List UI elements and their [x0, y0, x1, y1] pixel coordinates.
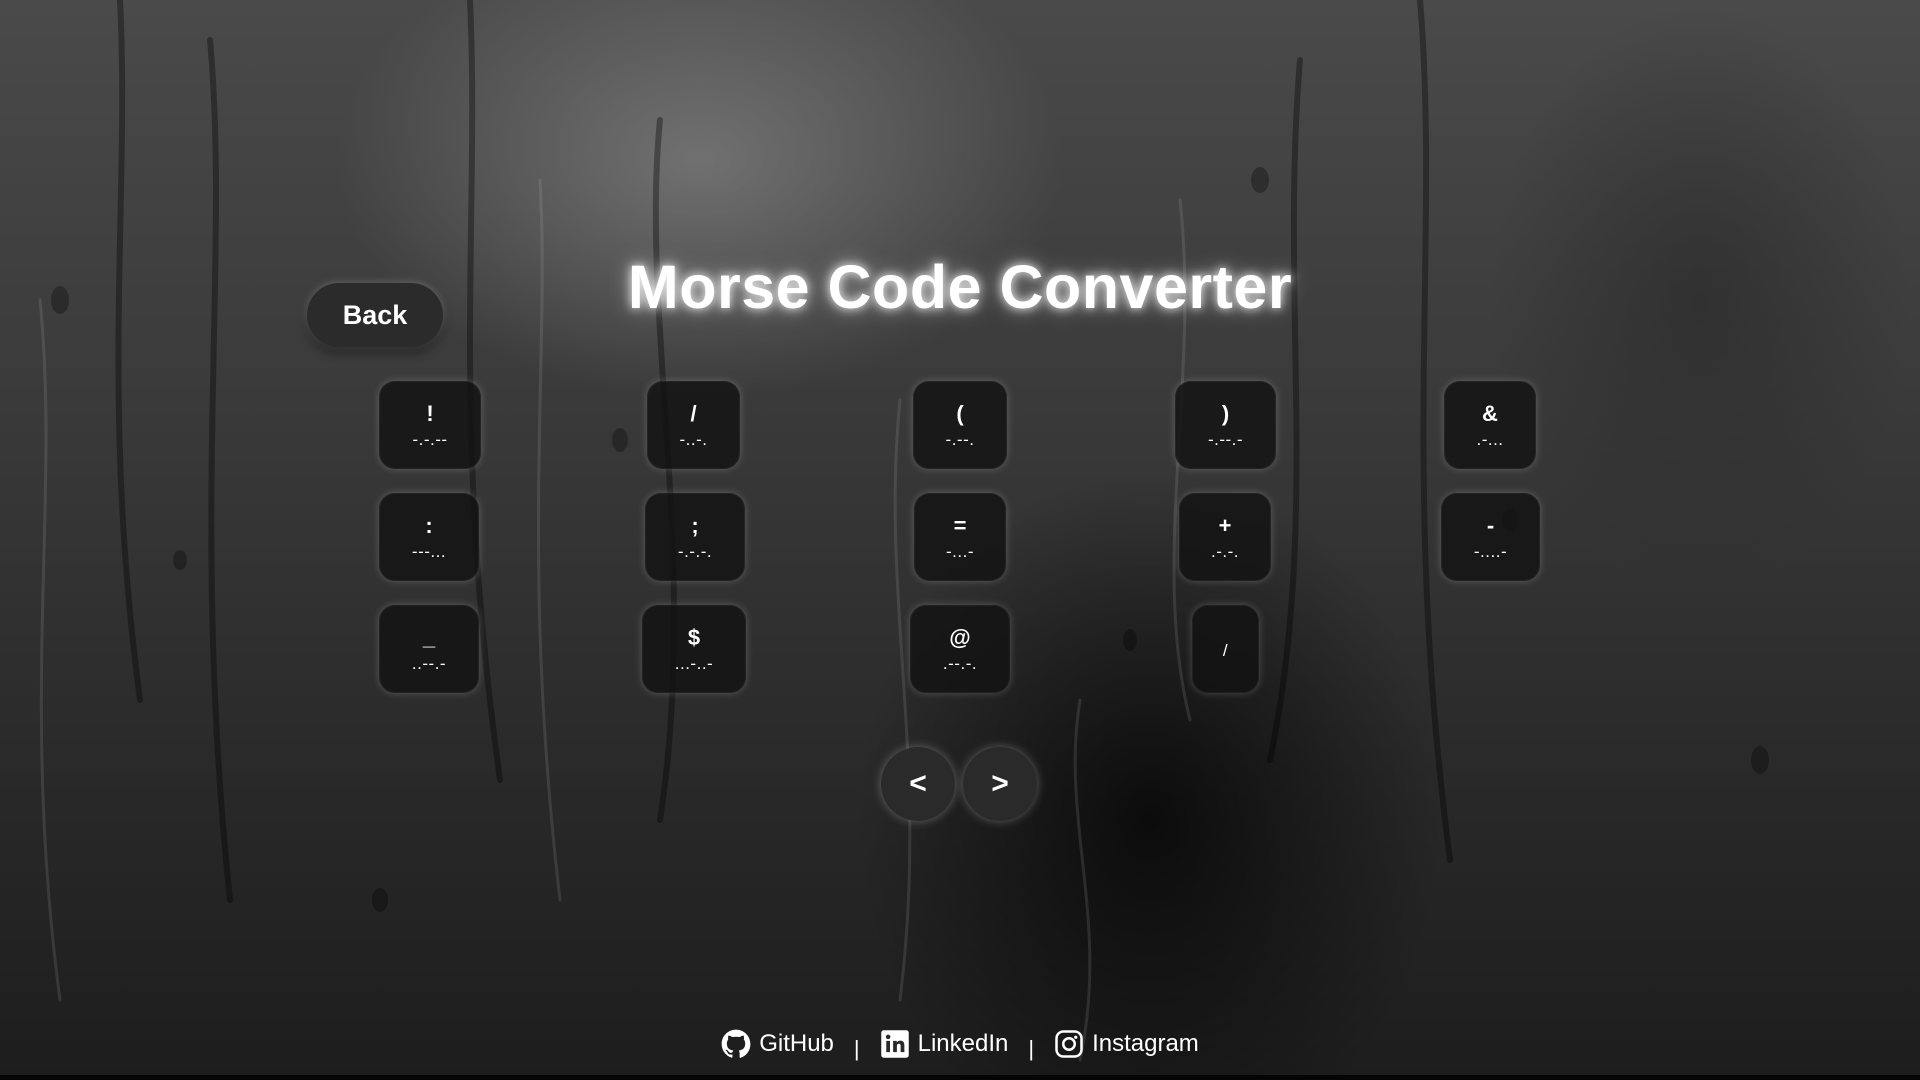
- morse-key-open-paren[interactable]: ( -.--.: [913, 381, 1007, 469]
- key-morse-code: -...-: [946, 541, 974, 561]
- key-character: /: [690, 400, 697, 426]
- previous-page-button[interactable]: <: [881, 747, 955, 821]
- key-character: (: [956, 400, 964, 426]
- instagram-label: Instagram: [1092, 1030, 1199, 1057]
- key-character: !: [426, 400, 434, 426]
- key-character: :: [425, 512, 433, 538]
- key-morse-code: .-...: [1476, 429, 1504, 449]
- key-character: &: [1482, 400, 1498, 426]
- key-character: $: [687, 624, 701, 650]
- morse-key-space[interactable]: /: [1192, 605, 1259, 693]
- morse-key-equals[interactable]: = -...-: [914, 493, 1006, 581]
- key-morse-code: -.--.: [945, 429, 975, 449]
- bottom-edge: [0, 1075, 1920, 1080]
- instagram-icon: [1054, 1029, 1084, 1059]
- key-morse-code: -....-: [1473, 541, 1508, 561]
- instagram-link[interactable]: Instagram: [1054, 1029, 1199, 1059]
- morse-key-hyphen[interactable]: - -....-: [1441, 493, 1540, 581]
- footer-separator: |: [1028, 1036, 1035, 1061]
- github-label: GitHub: [759, 1030, 834, 1057]
- key-morse-code: ..--.-: [411, 653, 447, 673]
- page-title: Morse Code Converter: [627, 253, 1293, 321]
- morse-key-exclamation[interactable]: ! -.-.--: [379, 381, 481, 469]
- footer-separator: |: [853, 1036, 860, 1061]
- morse-key-ampersand[interactable]: & .-...: [1444, 381, 1536, 469]
- linkedin-icon: [880, 1029, 910, 1059]
- morse-key-at[interactable]: @ .--.-.: [910, 605, 1010, 693]
- key-morse-code: -.-.--: [412, 429, 448, 449]
- key-character: +: [1218, 512, 1232, 538]
- linkedin-label: LinkedIn: [917, 1030, 1009, 1057]
- morse-key-plus[interactable]: + .-.-.: [1179, 493, 1271, 581]
- morse-key-dollar[interactable]: $ ...-..-: [642, 605, 746, 693]
- key-morse-code: /: [1222, 640, 1229, 660]
- morse-key-close-paren[interactable]: ) -.--.-: [1175, 381, 1276, 469]
- key-character: -: [1486, 512, 1495, 538]
- linkedin-link[interactable]: LinkedIn: [880, 1029, 1009, 1059]
- morse-key-colon[interactable]: : ---...: [379, 493, 479, 581]
- key-character: _: [422, 624, 436, 650]
- footer-social-links: GitHub | LinkedIn | Instagram: [0, 1027, 1920, 1061]
- next-page-button[interactable]: >: [963, 747, 1037, 821]
- morse-key-slash[interactable]: / -..-.: [647, 381, 740, 469]
- key-character: @: [949, 624, 971, 650]
- key-morse-code: .--.-.: [942, 653, 978, 673]
- key-character: ;: [691, 512, 699, 538]
- github-link[interactable]: GitHub: [721, 1029, 834, 1059]
- key-morse-code: ---...: [411, 541, 447, 561]
- morse-key-semicolon[interactable]: ; -.-.-.: [645, 493, 745, 581]
- github-icon: [721, 1029, 751, 1059]
- key-morse-code: -.-.-.: [677, 541, 713, 561]
- key-morse-code: ...-..-: [674, 653, 714, 673]
- key-character: =: [953, 512, 967, 538]
- key-morse-code: -.--.-: [1207, 429, 1244, 449]
- key-morse-code: -..-.: [679, 429, 708, 449]
- morse-key-underscore[interactable]: _ ..--.-: [379, 605, 479, 693]
- key-character: ): [1221, 400, 1230, 426]
- key-morse-code: .-.-.: [1211, 541, 1239, 561]
